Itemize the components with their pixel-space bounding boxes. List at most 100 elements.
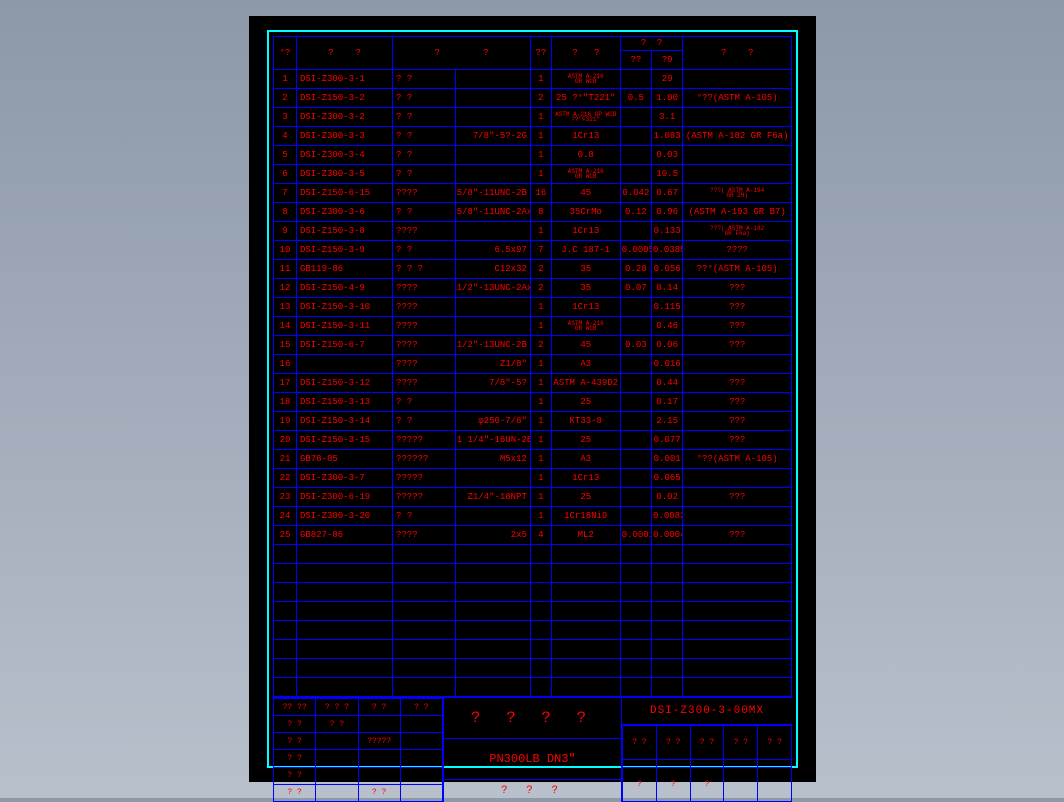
rev-cell: ? ? — [316, 716, 358, 733]
cell-w1 — [620, 507, 651, 526]
empty-cell — [551, 678, 620, 697]
cell-qty: 8 — [530, 203, 551, 222]
cell-qty: 1 — [530, 298, 551, 317]
cell-desc: ????? — [393, 469, 456, 488]
drawing-frame: °? ? ? ? ? ?? ? ? ? ? ? ? ?? ?9 1DSI-Z — [249, 16, 816, 782]
cell-spec: φ250-7/8" — [455, 412, 530, 431]
title-block-right: DSI-Z300-3-00MX ? ?? ?? ?? ?? ???? — [621, 698, 792, 802]
cell-w2: 0.06 — [652, 336, 683, 355]
cell-w1: 0.042 — [620, 184, 651, 203]
cell-qty: 4 — [530, 526, 551, 545]
cell-index: 7 — [274, 184, 297, 203]
cell-desc: ?????? — [393, 450, 456, 469]
hdr-w2: ?9 — [652, 51, 683, 70]
approval-cell: ? ? — [724, 726, 758, 760]
empty-cell — [296, 678, 392, 697]
rev-cell: ? ? — [274, 750, 316, 767]
cell-index: 22 — [274, 469, 297, 488]
hdr-weight-top: ? ? — [620, 37, 683, 51]
empty-cell — [683, 678, 792, 697]
cell-w2: 0.14 — [652, 279, 683, 298]
cell-qty: 1 — [530, 146, 551, 165]
empty-cell — [551, 602, 620, 621]
cell-material: 25 ?°"T221" — [551, 89, 620, 108]
cell-part: DSI-Z150-3-14 — [296, 412, 392, 431]
cell-spec — [455, 70, 530, 89]
cell-material: ASTM A-216GR WCB — [551, 165, 620, 184]
rev-cell: ?? ?? — [274, 699, 316, 716]
cell-w1: 0.03 — [620, 336, 651, 355]
title-block: ?? ??? ? ?? ?? ?? ?? ?? ??????? ?? ?? ??… — [273, 697, 792, 802]
empty-cell — [530, 659, 551, 678]
cell-desc: ? ? — [393, 89, 456, 108]
cell-remark: °??(ASTM A-105) — [683, 89, 792, 108]
table-row: 21GB78-85??????M5x121A30.001°??(ASTM A-1… — [274, 450, 792, 469]
cell-w2: 0.03 — [652, 146, 683, 165]
cell-qty: 1 — [530, 488, 551, 507]
rev-cell: ? ? — [274, 733, 316, 750]
cell-part: GB827-86 — [296, 526, 392, 545]
empty-cell — [652, 640, 683, 659]
cell-part: DSI-Z300-3-1 — [296, 70, 392, 89]
empty-cell — [455, 602, 530, 621]
cell-index: 3 — [274, 108, 297, 127]
table-row: 24DSI-Z300-3-20? ?11Cr18Ni90.0083 — [274, 507, 792, 526]
cell-w2: 0.077 — [652, 431, 683, 450]
empty-cell — [274, 678, 297, 697]
cell-index: 11 — [274, 260, 297, 279]
cell-part: DSI-Z300-3-4 — [296, 146, 392, 165]
cell-desc: ? ? — [393, 393, 456, 412]
cell-material: ASTM A-216GR WCB — [551, 317, 620, 336]
cell-w1: 0.0001 — [620, 526, 651, 545]
cell-qty: 1 — [530, 317, 551, 336]
cell-material: 35 — [551, 260, 620, 279]
cell-w1: 0.00055 — [620, 241, 651, 260]
cell-index: 9 — [274, 222, 297, 241]
empty-cell — [620, 545, 651, 564]
cell-material: 45 — [551, 336, 620, 355]
cell-desc: ???? — [393, 526, 456, 545]
table-row: 15DSI-Z150-6-7????1/2"-13UNC-2B2450.030.… — [274, 336, 792, 355]
cell-desc: ? ? — [393, 203, 456, 222]
cell-spec: C12x32 — [455, 260, 530, 279]
empty-cell — [683, 564, 792, 583]
empty-cell — [530, 583, 551, 602]
empty-cell — [620, 621, 651, 640]
cell-spec: M5x12 — [455, 450, 530, 469]
cell-w2: 0.0004 — [652, 526, 683, 545]
empty-cell — [683, 583, 792, 602]
empty-cell — [652, 545, 683, 564]
cell-part: DSI-Z150-3-11 — [296, 317, 392, 336]
cell-desc: ???? — [393, 298, 456, 317]
cell-w1 — [620, 222, 651, 241]
table-row: 18DSI-Z150-3-13? ?1250.17??? — [274, 393, 792, 412]
drawing-border: °? ? ? ? ? ?? ? ? ? ? ? ? ?? ?9 1DSI-Z — [267, 30, 798, 768]
cell-index: 8 — [274, 203, 297, 222]
approval-cell — [758, 768, 792, 802]
cell-index: 15 — [274, 336, 297, 355]
cell-w1 — [620, 146, 651, 165]
cell-w1 — [620, 450, 651, 469]
empty-cell — [652, 564, 683, 583]
cell-w1: 0.12 — [620, 203, 651, 222]
rev-cell — [400, 716, 442, 733]
table-row: 4DSI-Z300-3-3? ?7/8"-5?-2G11Cr131.083(AS… — [274, 127, 792, 146]
cell-index: 23 — [274, 488, 297, 507]
cell-index: 21 — [274, 450, 297, 469]
rev-cell — [358, 716, 400, 733]
empty-cell — [620, 640, 651, 659]
cell-part: DSI-Z150-3-10 — [296, 298, 392, 317]
cell-w1 — [620, 374, 651, 393]
title-block-center: ? ? ? ? PN300LB DN3" ? ? ? — [444, 698, 621, 802]
hdr-qty: ?? — [530, 37, 551, 70]
table-row: 25GB827-86????2x54ML20.00010.0004??? — [274, 526, 792, 545]
cell-material: KT33-8 — [551, 412, 620, 431]
rev-cell — [358, 750, 400, 767]
table-row: 7DSI-Z150-6-15????5/8"-11UNC-2B16450.042… — [274, 184, 792, 203]
rev-cell — [316, 750, 358, 767]
cell-part: GB119-86 — [296, 260, 392, 279]
cell-qty: 16 — [530, 184, 551, 203]
cell-index: 2 — [274, 89, 297, 108]
drawing-footer: ? ? ? — [444, 780, 621, 802]
rev-cell: ? ? ? — [316, 699, 358, 716]
